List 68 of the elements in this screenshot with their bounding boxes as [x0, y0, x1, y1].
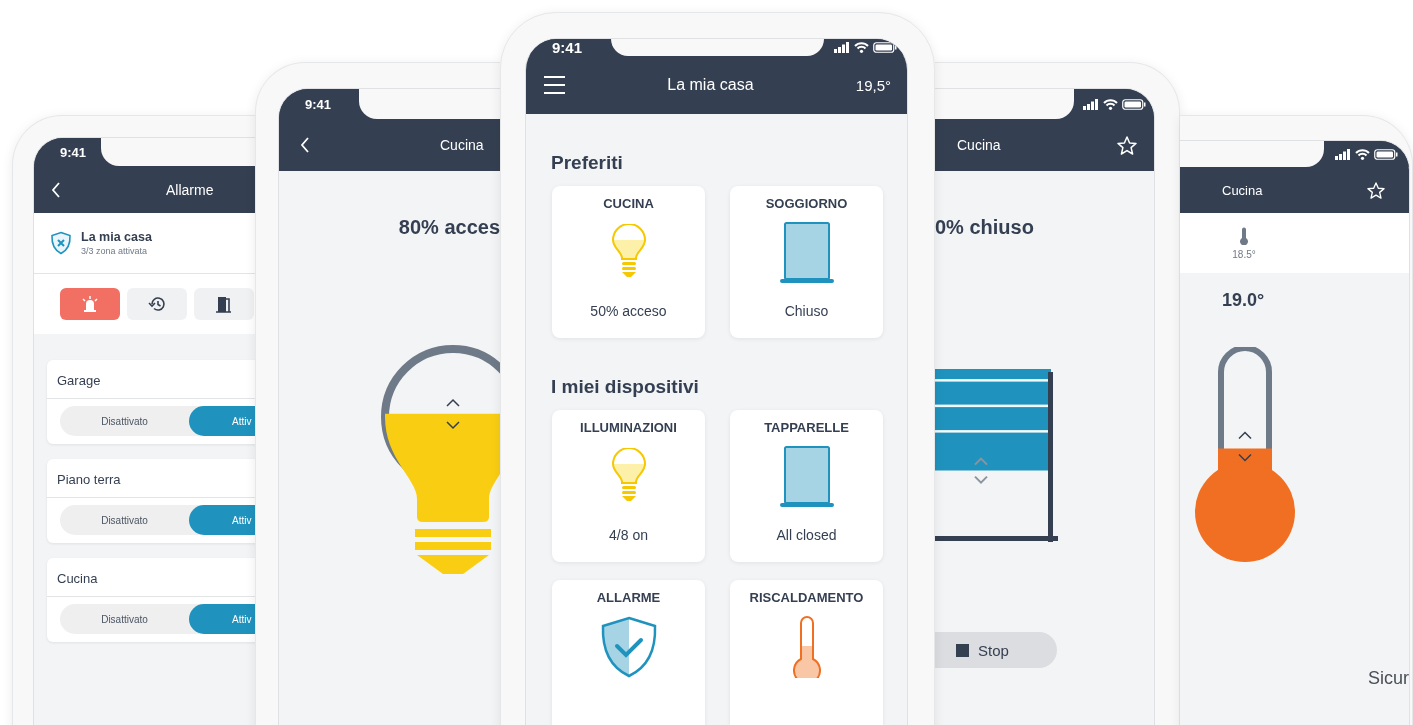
signal-icon	[1335, 148, 1351, 160]
battery-icon	[1374, 148, 1398, 160]
door-icon	[216, 295, 232, 313]
back-icon[interactable]	[51, 181, 61, 198]
tile-title: SOGGIORNO	[765, 196, 848, 211]
segment-option[interactable]: Disattivato	[60, 604, 189, 634]
thermometer-icon	[1239, 226, 1249, 245]
shutter-drawing[interactable]	[935, 369, 1058, 544]
device-tile[interactable]: ILLUMINAZIONI 4/8 on	[552, 410, 705, 562]
device-tile[interactable]: ALLARME	[552, 580, 705, 725]
menu-icon[interactable]	[544, 76, 565, 94]
screen-title: Allarme	[166, 181, 214, 198]
shutter-reading: 0% chiuso	[935, 216, 1035, 239]
tile-status: All closed	[776, 527, 837, 543]
star-icon[interactable]	[1367, 181, 1385, 199]
stop-button[interactable]: Stop	[935, 632, 1057, 668]
history-icon	[148, 296, 166, 312]
screen-title: Cucina	[440, 137, 484, 153]
mode-tab[interactable]	[194, 288, 254, 320]
back-icon[interactable]	[300, 137, 310, 153]
siren-icon	[81, 296, 99, 312]
screen-title: La mia casa	[667, 76, 754, 94]
device-tile[interactable]: SOGGIORNO Chiuso	[730, 186, 883, 338]
wifi-icon	[1102, 98, 1118, 110]
tile-title: ILLUMINAZIONI	[580, 420, 677, 435]
device-tile[interactable]: CUCINA 50% acceso	[552, 186, 705, 338]
tile-title: RISCALDAMENTO	[749, 590, 864, 605]
section-title: I miei dispositivi	[551, 376, 700, 398]
tile-title: CUCINA	[603, 196, 654, 211]
shield-x-icon	[50, 231, 72, 255]
current-temperature: 18.5°	[1232, 248, 1256, 260]
home-name: La mia casa	[81, 230, 152, 244]
tile-title: TAPPARELLE	[764, 420, 849, 435]
status-time: 9:41	[60, 144, 87, 160]
segment-option[interactable]: Attiv	[189, 406, 258, 436]
battery-icon	[1121, 98, 1146, 110]
wifi-icon	[854, 42, 869, 53]
shield-check-icon	[599, 616, 658, 678]
device-tile[interactable]: TAPPARELLE All closed	[730, 410, 883, 562]
segment-option[interactable]: Attiv	[189, 604, 258, 634]
status-time: 9:41	[552, 39, 583, 56]
device-tile[interactable]: RISCALDAMENTO	[730, 580, 883, 725]
caption-text: Sicur	[1368, 668, 1409, 689]
tile-status: 4/8 on	[609, 527, 648, 543]
segment-option[interactable]: Disattivato	[60, 505, 189, 535]
segment-option[interactable]: Attiv	[189, 505, 258, 535]
screen-title: Cucina	[957, 137, 1001, 153]
segment-option[interactable]: Disattivato	[60, 406, 189, 436]
setpoint-temperature: 19.0°	[1222, 290, 1266, 311]
home-status: 3/3 zona attivata	[81, 246, 149, 256]
battery-icon	[873, 42, 897, 53]
status-time: 9:41	[305, 96, 332, 112]
star-icon[interactable]	[1117, 135, 1137, 155]
shutter-icon	[777, 446, 836, 508]
thermostat-drawing[interactable]	[1194, 347, 1296, 565]
stop-icon	[956, 643, 969, 657]
brightness-reading: 80% acces	[397, 216, 500, 239]
signal-icon	[1082, 98, 1099, 110]
screen-title: Cucina	[1222, 182, 1263, 198]
section-title: Preferiti	[551, 152, 624, 174]
tile-status: 50% acceso	[590, 303, 667, 319]
tile-status: Chiuso	[784, 303, 829, 319]
shutter-icon	[777, 222, 836, 284]
temperature-reading: 19,5°	[855, 76, 891, 94]
signal-icon	[834, 42, 850, 53]
tile-title: ALLARME	[596, 590, 661, 605]
mode-tab[interactable]	[127, 288, 187, 320]
wifi-icon	[1355, 148, 1370, 160]
